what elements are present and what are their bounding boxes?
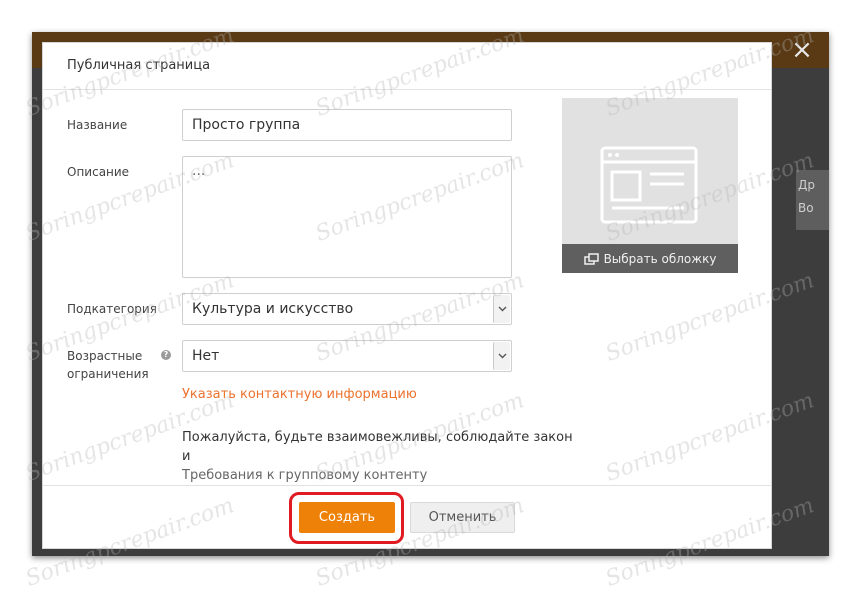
background-text-friends: Др <box>798 178 815 192</box>
age-restriction-select[interactable]: Нет <box>182 340 512 372</box>
subcategory-value: Культура и искусство <box>192 301 354 317</box>
image-icon <box>583 252 599 265</box>
rules-notice: Пожалуйста, будьте взаимовежливы, соблюд… <box>182 428 582 485</box>
page-placeholder-icon <box>600 146 698 224</box>
background-text-all: Во <box>798 201 814 215</box>
name-label: Название <box>67 118 128 132</box>
divider <box>43 485 771 486</box>
chevron-down-icon[interactable] <box>493 342 510 370</box>
description-label: Описание <box>67 165 130 179</box>
age-restriction-value: Нет <box>192 348 220 364</box>
divider <box>43 89 771 90</box>
create-button-label: Создать <box>318 510 376 525</box>
dialog-title: Публичная страница <box>67 58 211 73</box>
name-input[interactable]: Просто группа <box>182 109 512 141</box>
description-value: ... <box>192 163 206 179</box>
chevron-down-icon[interactable] <box>493 295 510 323</box>
choose-cover-label: Выбрать обложку <box>603 251 717 266</box>
content-rules-link[interactable]: Требования к групповому контенту <box>182 466 582 485</box>
description-textarea[interactable]: ... <box>182 156 512 278</box>
subcategory-select[interactable]: Культура и искусство <box>182 293 512 325</box>
rules-text: Пожалуйста, будьте взаимовежливы, соблюд… <box>182 430 573 464</box>
close-icon[interactable]: × <box>791 37 813 63</box>
create-button[interactable]: Создать <box>299 502 395 533</box>
cancel-button-label: Отменить <box>428 510 497 525</box>
age-restriction-label: Возрастные ограничения <box>67 349 149 381</box>
cover-preview: Выбрать обложку <box>562 98 738 273</box>
cancel-button[interactable]: Отменить <box>410 502 515 533</box>
help-icon[interactable]: ? <box>161 350 171 360</box>
public-page-dialog: Публичная страница Название Просто групп… <box>42 42 772 549</box>
name-input-value: Просто группа <box>192 117 301 133</box>
subcategory-label: Подкатегория <box>67 302 157 316</box>
choose-cover-button[interactable]: Выбрать обложку <box>562 244 738 273</box>
contact-info-link[interactable]: Указать контактную информацию <box>182 387 417 402</box>
